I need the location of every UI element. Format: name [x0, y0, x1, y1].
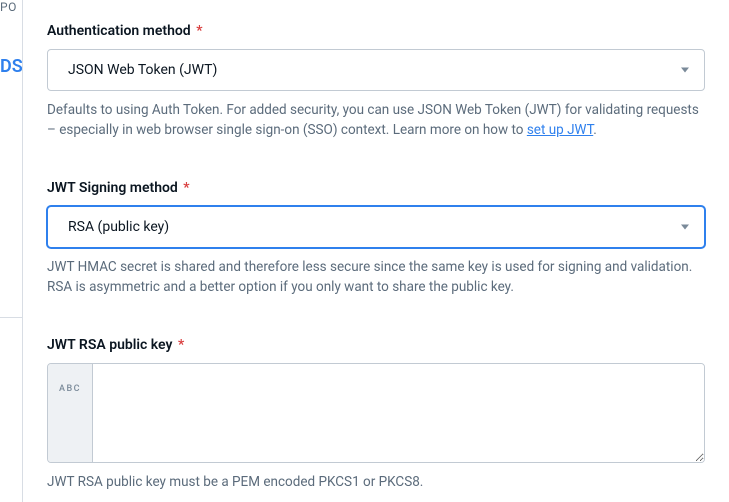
sidebar-heading-fragment: DS	[0, 56, 23, 77]
rsa-key-textarea[interactable]	[93, 364, 704, 462]
chevron-down-icon	[681, 225, 689, 230]
auth-method-field: Authentication method * JSON Web Token (…	[47, 23, 705, 140]
setup-jwt-link[interactable]: set up JWT	[527, 122, 593, 138]
rsa-key-field: JWT RSA public key * ABC JWT RSA public …	[47, 337, 705, 493]
signing-method-help: JWT HMAC secret is shared and therefore …	[47, 258, 705, 297]
auth-method-help-pre: Defaults to using Auth Token. For added …	[47, 102, 699, 138]
signing-method-label: JWT Signing method *	[47, 180, 705, 196]
rsa-key-help: JWT RSA public key must be a PEM encoded…	[47, 473, 705, 493]
rsa-key-label-text: JWT RSA public key	[47, 337, 172, 353]
rsa-key-textarea-container: ABC	[47, 363, 705, 463]
auth-method-select-wrap: JSON Web Token (JWT)	[47, 49, 705, 91]
rsa-key-label: JWT RSA public key *	[47, 337, 705, 353]
signing-method-select-wrap: RSA (public key)	[47, 206, 705, 248]
required-indicator: *	[196, 23, 202, 39]
auth-method-select[interactable]: JSON Web Token (JWT)	[47, 49, 705, 91]
chevron-down-icon	[681, 68, 689, 73]
content-area: Authentication method * JSON Web Token (…	[47, 23, 705, 502]
auth-method-label-text: Authentication method	[47, 23, 191, 39]
signing-method-selected-value: RSA (public key)	[68, 219, 169, 235]
signing-method-field: JWT Signing method * RSA (public key) JW…	[47, 180, 705, 297]
auth-method-label: Authentication method *	[47, 23, 705, 39]
required-indicator: *	[183, 180, 189, 196]
textarea-format-badge: ABC	[48, 364, 93, 462]
signing-method-select[interactable]: RSA (public key)	[47, 206, 705, 248]
required-indicator: *	[178, 337, 184, 353]
auth-method-help-post: .	[593, 122, 597, 138]
sidebar-fragment: PO DS	[0, 0, 23, 502]
sidebar-divider	[0, 317, 23, 318]
sidebar-text-fragment: PO	[0, 0, 17, 14]
signing-method-label-text: JWT Signing method	[47, 180, 178, 196]
auth-method-help: Defaults to using Auth Token. For added …	[47, 101, 705, 140]
auth-method-selected-value: JSON Web Token (JWT)	[68, 62, 217, 78]
